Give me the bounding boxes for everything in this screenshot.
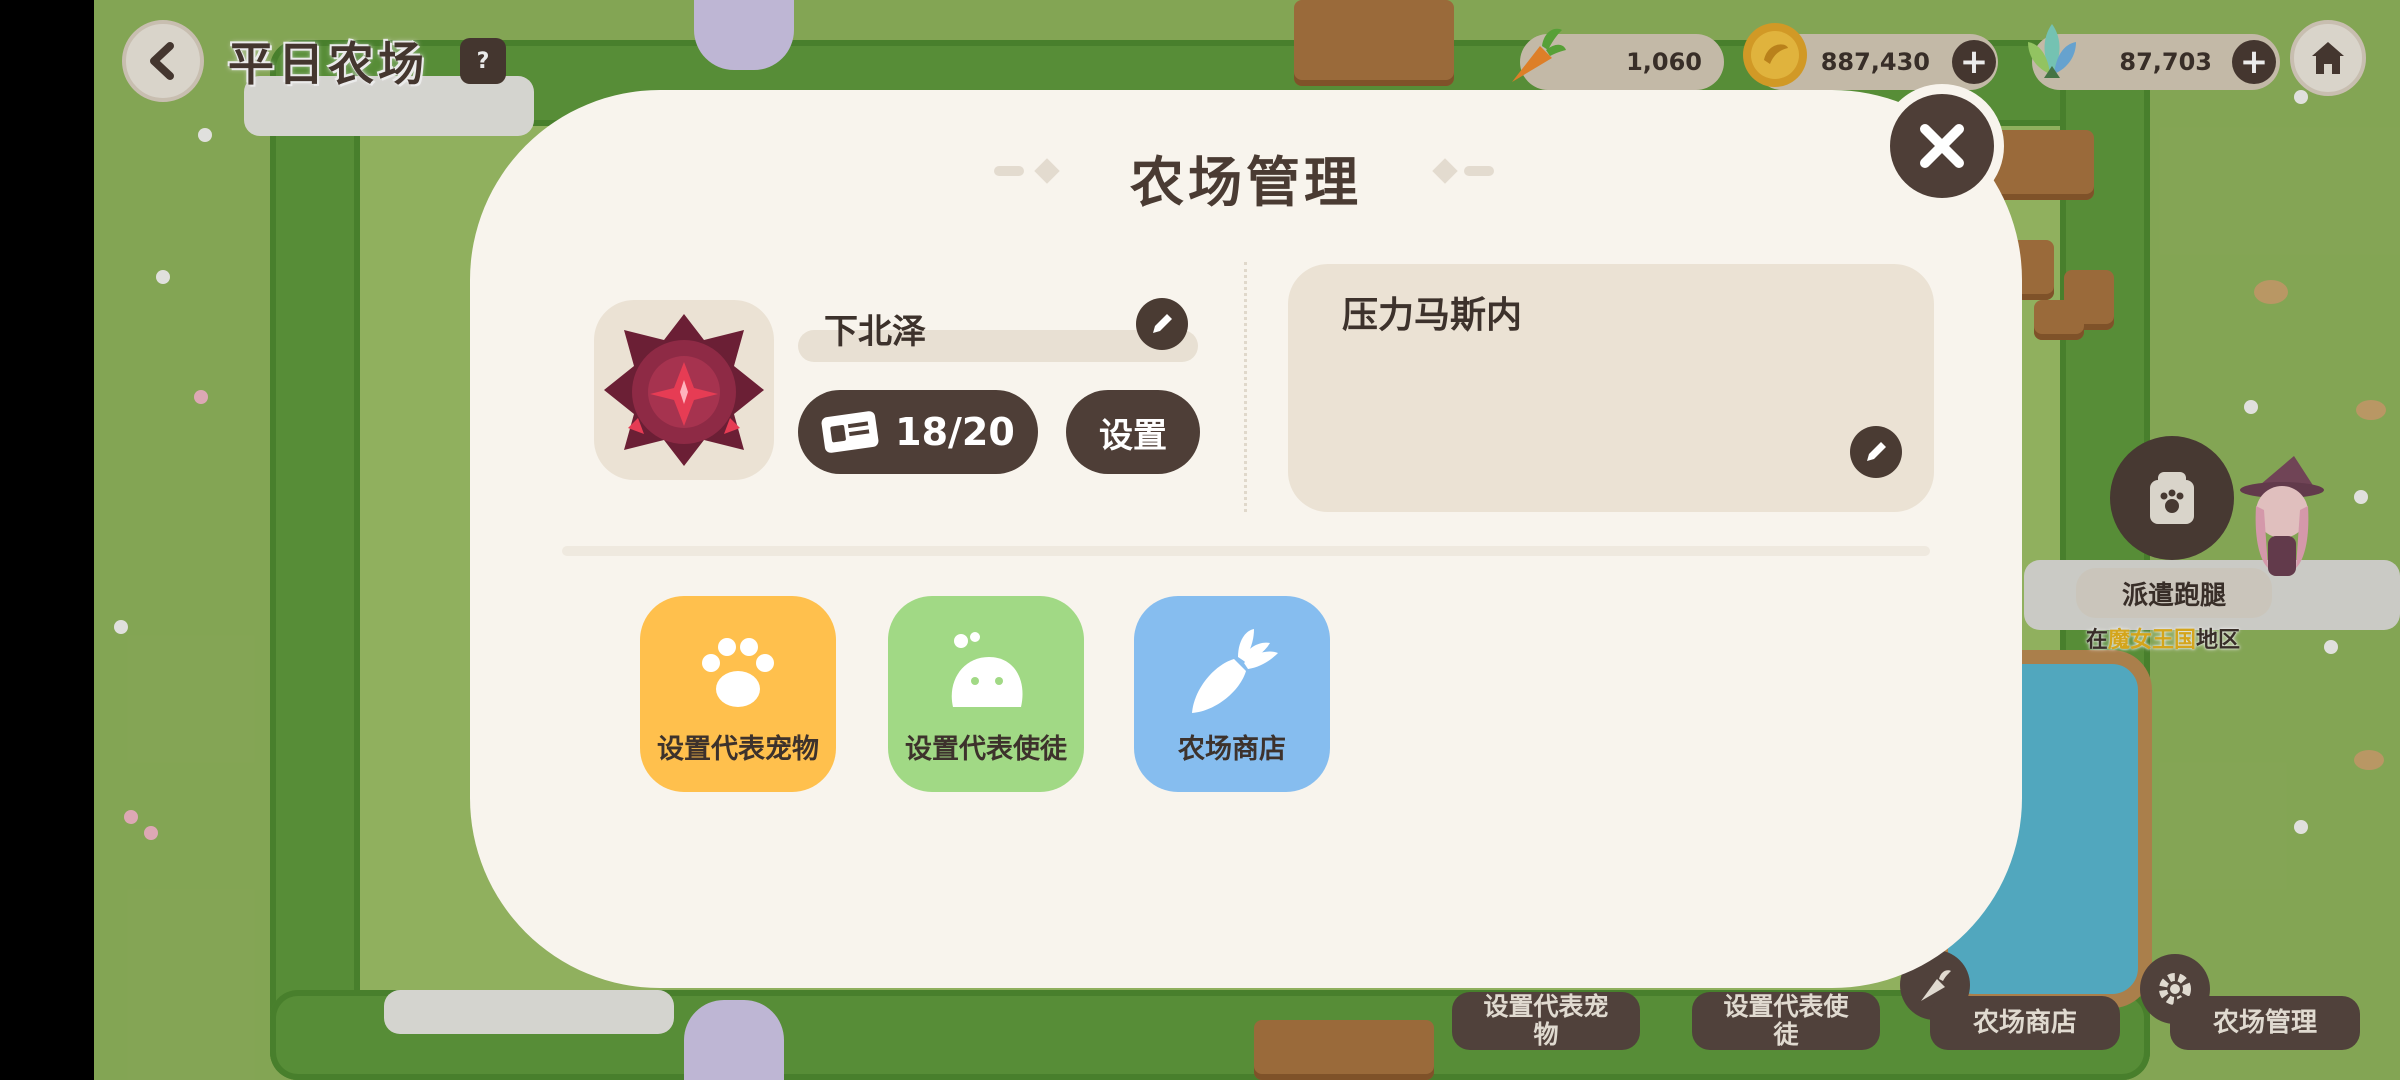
set-apostle-label: 设置代表使徒: [905, 734, 1067, 765]
player-name: 下北泽: [824, 312, 926, 352]
divider: [1244, 262, 1247, 512]
paw-icon: [702, 638, 774, 707]
pencil-icon: [1153, 314, 1172, 333]
close-icon: [1920, 124, 1964, 168]
card-count: 18/20: [895, 410, 1015, 454]
divider: [562, 546, 1930, 556]
avatar[interactable]: [594, 300, 774, 480]
farm-shop-button[interactable]: 农场商店: [1134, 596, 1330, 792]
farm-management-modal: 农场管理 下北泽 18/20 设置 压力马斯内 设置代表宠物 设置代表使徒 农场…: [470, 90, 2022, 988]
farm-shop-label: 农场商店: [1178, 734, 1286, 765]
edit-name-button[interactable]: [1136, 298, 1188, 350]
pencil-icon: [1867, 442, 1886, 461]
edit-signature-button[interactable]: [1850, 426, 1902, 478]
signature-text: 压力马斯内: [1342, 295, 1523, 336]
id-card-icon: [821, 411, 879, 453]
demon-avatar-icon: [604, 314, 764, 466]
set-representative-apostle-button[interactable]: 设置代表使徒: [888, 596, 1084, 792]
carrot-icon: [1192, 629, 1278, 713]
set-pet-label: 设置代表宠物: [657, 734, 819, 765]
slime-icon: [951, 632, 1023, 707]
modal-title: 农场管理: [1130, 151, 1362, 214]
settings-button[interactable]: 设置: [1066, 390, 1200, 474]
title-decoration: [1464, 166, 1494, 176]
card-count-badge[interactable]: 18/20: [798, 390, 1038, 474]
set-representative-pet-button[interactable]: 设置代表宠物: [640, 596, 836, 792]
close-button[interactable]: [1880, 84, 2004, 208]
